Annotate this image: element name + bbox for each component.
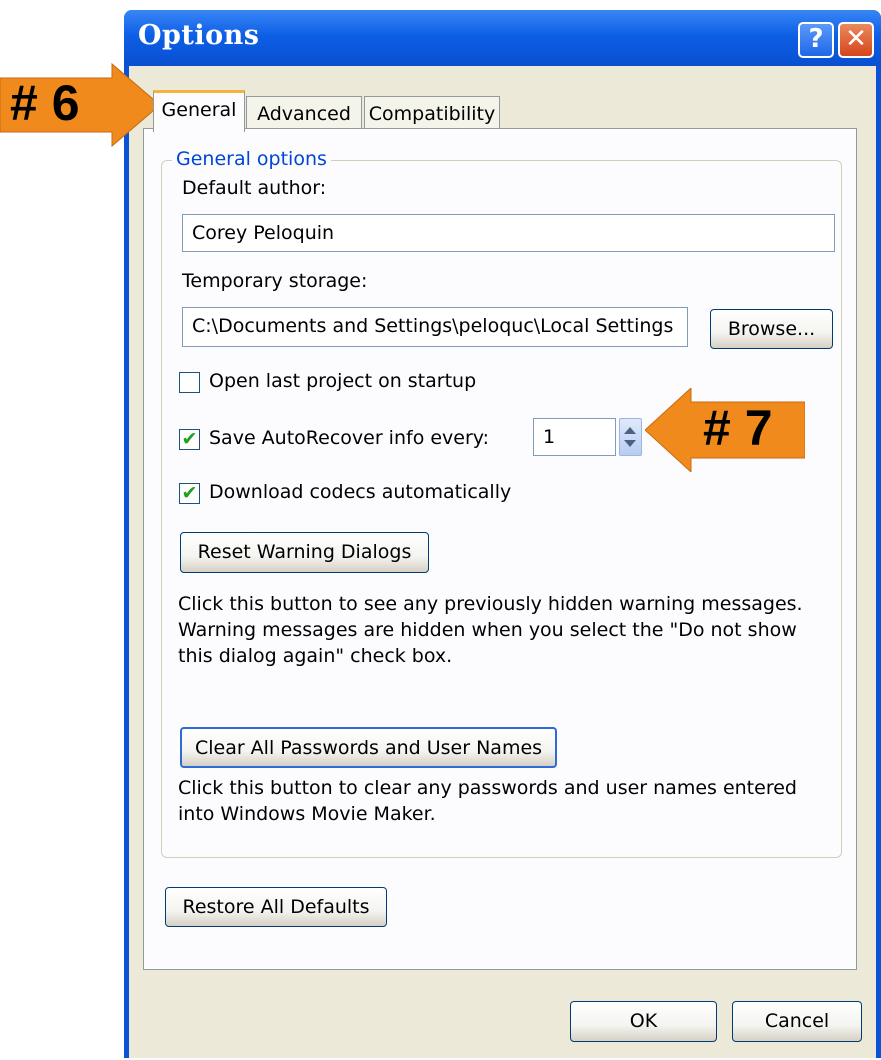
clear-passwords-description: Click this button to clear any passwords… [178,775,797,827]
autorecover-label: Save AutoRecover info every: [209,427,490,449]
reset-warning-description: Click this button to see any previously … [178,591,803,669]
reset-warning-dialogs-button[interactable]: Reset Warning Dialogs [180,532,429,573]
spin-up-icon[interactable] [624,427,636,434]
close-button[interactable]: ✕ [838,22,874,58]
close-icon: ✕ [845,24,867,54]
open-last-label: Open last project on startup [209,370,477,392]
download-codecs-label: Download codecs automatically [209,481,512,503]
callout-7-label: # 7 [703,400,773,456]
restore-all-defaults-button[interactable]: Restore All Defaults [165,887,387,927]
autorecover-spinner[interactable] [619,418,642,456]
tab-compatibility[interactable]: Compatibility [364,96,500,130]
default-author-label: Default author: [182,177,327,199]
general-tab-panel: General options Default author: Corey Pe… [143,128,857,970]
group-label: General options [172,148,331,170]
autorecover-checkbox[interactable]: ✔ [179,429,200,450]
reset-desc-line-1: Click this button to see any previously … [178,593,803,615]
temp-storage-field[interactable]: C:\Documents and Settings\peloquc\Local … [182,307,688,347]
clear-desc-line-2: into Windows Movie Maker. [178,803,436,825]
reset-desc-line-2: Warning messages are hidden when you sel… [178,619,797,641]
dialog-title: Options [138,20,260,51]
ok-button[interactable]: OK [570,1001,717,1042]
tab-general[interactable]: General [153,90,245,132]
default-author-field[interactable]: Corey Peloquin [182,214,835,252]
tab-advanced[interactable]: Advanced [246,96,362,130]
help-icon: ? [808,24,824,54]
title-bar[interactable]: Options ? ✕ [124,10,881,66]
dialog-client: General Advanced Compatibility General o… [129,66,876,1058]
browse-button[interactable]: Browse... [710,309,833,349]
clear-passwords-button[interactable]: Clear All Passwords and User Names [180,727,557,768]
reset-desc-line-3: this dialog again" check box. [178,645,453,667]
help-button[interactable]: ? [798,22,834,58]
options-dialog: Options ? ✕ General Advanced Compatibili… [124,10,881,1058]
open-last-checkbox[interactable] [179,372,200,393]
callout-6-label: # 6 [10,75,80,131]
general-options-group: General options Default author: Corey Pe… [161,148,842,858]
clear-desc-line-1: Click this button to clear any passwords… [178,777,797,799]
spin-down-icon[interactable] [624,440,636,447]
cancel-button[interactable]: Cancel [732,1001,862,1042]
temp-storage-label: Temporary storage: [182,270,368,292]
autorecover-minutes-field[interactable]: 1 [533,418,616,456]
download-codecs-checkbox[interactable]: ✔ [179,483,200,504]
